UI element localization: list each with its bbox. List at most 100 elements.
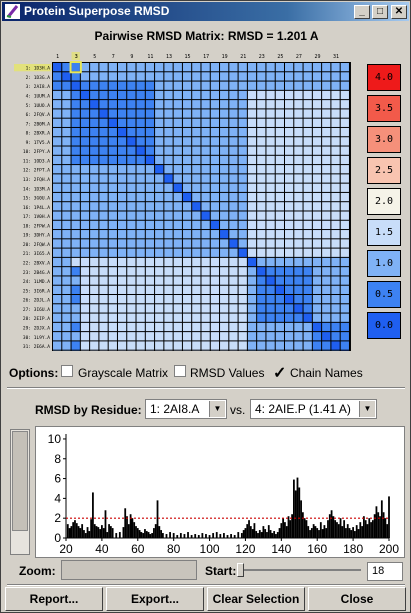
matrix-cell[interactable]	[192, 267, 201, 276]
matrix-cell[interactable]	[229, 230, 238, 239]
matrix-cell[interactable]	[62, 341, 71, 350]
residue-bar[interactable]	[309, 530, 311, 538]
matrix-cell[interactable]	[322, 118, 331, 127]
matrix-cell[interactable]	[220, 118, 229, 127]
matrix-cell[interactable]	[285, 183, 294, 192]
matrix-cell[interactable]	[192, 174, 201, 183]
matrix-cell[interactable]	[322, 304, 331, 313]
matrix-cell[interactable]	[210, 239, 220, 248]
matrix-cell[interactable]	[155, 322, 164, 332]
matrix-cell[interactable]	[155, 100, 164, 109]
matrix-cell[interactable]	[285, 174, 294, 183]
matrix-cell[interactable]	[210, 137, 220, 146]
matrix-cell[interactable]	[340, 341, 349, 350]
matrix-cell[interactable]	[312, 174, 322, 183]
matrix-row-label[interactable]: 21: 3I65.A	[23, 251, 50, 257]
matrix-cell[interactable]	[145, 322, 155, 332]
matrix-cell[interactable]	[340, 230, 349, 239]
residue-bar[interactable]	[327, 520, 329, 538]
matrix-cell[interactable]	[229, 332, 238, 341]
matrix-cell[interactable]	[340, 165, 349, 174]
matrix-cell[interactable]	[294, 174, 303, 183]
matrix-cell[interactable]	[210, 341, 220, 350]
matrix-cell[interactable]	[312, 155, 322, 165]
matrix-cell[interactable]	[53, 100, 62, 109]
matrix-cell[interactable]	[322, 211, 331, 220]
matrix-cell[interactable]	[90, 304, 99, 313]
matrix-cell[interactable]	[275, 211, 284, 220]
matrix-cell[interactable]	[266, 192, 275, 202]
matrix-cell[interactable]	[108, 63, 117, 72]
matrix-cell[interactable]	[266, 220, 275, 230]
matrix-cell[interactable]	[331, 239, 340, 248]
matrix-cell[interactable]	[247, 230, 257, 239]
matrix-cell[interactable]	[62, 90, 71, 100]
matrix-cell[interactable]	[229, 81, 238, 90]
matrix-cell[interactable]	[322, 81, 331, 90]
matrix-cell[interactable]	[322, 341, 331, 350]
matrix-cell[interactable]	[99, 248, 108, 257]
residue-bar[interactable]	[97, 527, 100, 538]
matrix-cell[interactable]	[340, 257, 349, 267]
matrix-cell[interactable]	[127, 332, 136, 341]
matrix-cell[interactable]	[340, 313, 349, 322]
matrix-cell[interactable]	[247, 183, 257, 192]
matrix-cell[interactable]	[90, 137, 99, 146]
matrix-cell[interactable]	[164, 155, 173, 165]
matrix-cell[interactable]	[220, 239, 229, 248]
residue-bar[interactable]	[364, 520, 367, 538]
matrix-cell[interactable]	[155, 63, 164, 72]
matrix-cell[interactable]	[99, 109, 108, 118]
matrix-cell[interactable]	[192, 192, 201, 202]
matrix-cell[interactable]	[220, 146, 229, 155]
matrix-cell[interactable]	[155, 295, 164, 304]
vertical-zoom-scrollbar[interactable]	[10, 429, 30, 555]
matrix-cell[interactable]	[90, 183, 99, 192]
matrix-cell[interactable]	[257, 276, 266, 285]
residue-bar[interactable]	[90, 519, 93, 538]
matrix-cell[interactable]	[285, 192, 294, 202]
residue-bar[interactable]	[341, 526, 344, 538]
matrix-cell[interactable]	[247, 192, 257, 202]
residue-bar[interactable]	[257, 533, 259, 538]
matrix-cell[interactable]	[331, 322, 340, 332]
matrix-cell[interactable]	[127, 109, 136, 118]
matrix-cell[interactable]	[247, 341, 257, 350]
matrix-cell[interactable]	[312, 285, 322, 294]
matrix-cell[interactable]	[80, 313, 90, 322]
matrix-cell[interactable]	[182, 100, 192, 109]
matrix-cell[interactable]	[312, 267, 322, 276]
matrix-row-label[interactable]: 16: 1P4L.A	[23, 205, 50, 211]
matrix-cell[interactable]	[257, 174, 266, 183]
matrix-cell[interactable]	[127, 72, 136, 81]
matrix-cell[interactable]	[322, 127, 331, 137]
matrix-cell[interactable]	[303, 239, 312, 248]
matrix-cell[interactable]	[53, 192, 62, 202]
matrix-cell[interactable]	[266, 63, 275, 72]
residue-bar[interactable]	[255, 531, 258, 538]
matrix-cell[interactable]	[201, 341, 210, 350]
matrix-cell[interactable]	[53, 211, 62, 220]
matrix-cell[interactable]	[238, 276, 247, 285]
matrix-cell[interactable]	[71, 81, 80, 90]
matrix-cell[interactable]	[164, 257, 173, 267]
matrix-cell[interactable]	[117, 211, 127, 220]
matrix-row-label[interactable]: 11: 1OD3.A	[23, 158, 50, 164]
residue-bar[interactable]	[382, 512, 385, 538]
matrix-cell[interactable]	[136, 322, 145, 332]
matrix-cell[interactable]	[201, 313, 210, 322]
grayscale-checkbox[interactable]	[61, 365, 73, 377]
matrix-cell[interactable]	[266, 248, 275, 257]
matrix-cell[interactable]	[303, 313, 312, 322]
matrix-cell[interactable]	[182, 165, 192, 174]
matrix-cell[interactable]	[53, 165, 62, 174]
matrix-cell[interactable]	[173, 285, 182, 294]
residue-bar[interactable]	[160, 530, 163, 538]
matrix-cell[interactable]	[80, 248, 90, 257]
residue-bar[interactable]	[165, 534, 168, 538]
matrix-cell[interactable]	[136, 248, 145, 257]
matrix-cell[interactable]	[80, 295, 90, 304]
matrix-cell[interactable]	[136, 165, 145, 174]
matrix-cell[interactable]	[53, 239, 62, 248]
title-bar[interactable]: Protein Superpose RMSD _ □ ✕	[2, 2, 409, 21]
